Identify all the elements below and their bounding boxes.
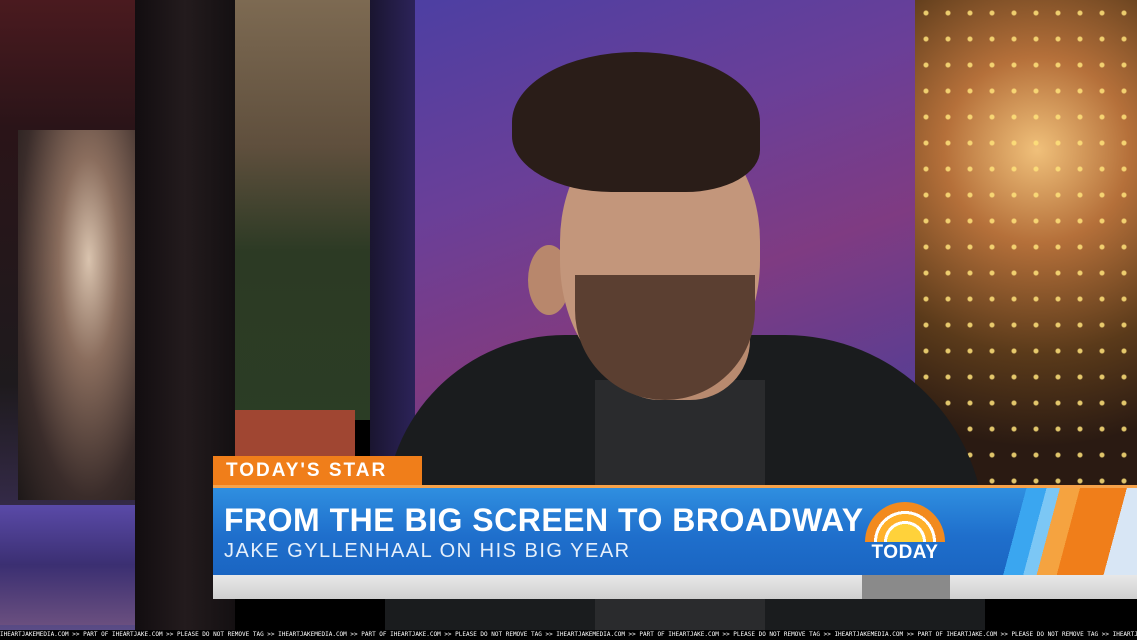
watermark-strip: IHEARTJAKEMEDIA.COM >> PART OF IHEARTJAK… [0, 630, 1137, 640]
banner-stripes [993, 488, 1137, 575]
sunrise-icon [865, 502, 945, 542]
lower-third-subheadline: JAKE GYLLENHAAL ON HIS BIG YEAR [224, 540, 631, 562]
studio-window-plaza [235, 0, 380, 420]
backdrop-edge [370, 0, 415, 470]
today-logo: TODAY [861, 502, 949, 566]
monitor-photo-woman [18, 130, 136, 500]
today-logo-text: TODAY [871, 542, 939, 563]
lower-third-headline: FROM THE BIG SCREEN TO BROADWAY [224, 502, 864, 538]
guest-hair [512, 52, 760, 192]
lower-third-banner: FROM THE BIG SCREEN TO BROADWAY JAKE GYL… [213, 485, 1137, 575]
lower-third-underbar [213, 575, 1137, 599]
logo-underbar [862, 575, 950, 599]
lower-third-tag-text: TODAY'S STAR [226, 459, 388, 481]
video-frame: TODAY'S STAR FROM THE BIG SCREEN TO BROA… [0, 0, 1137, 640]
lower-third-tag: TODAY'S STAR [213, 456, 422, 485]
monitor-city-image [0, 505, 135, 625]
